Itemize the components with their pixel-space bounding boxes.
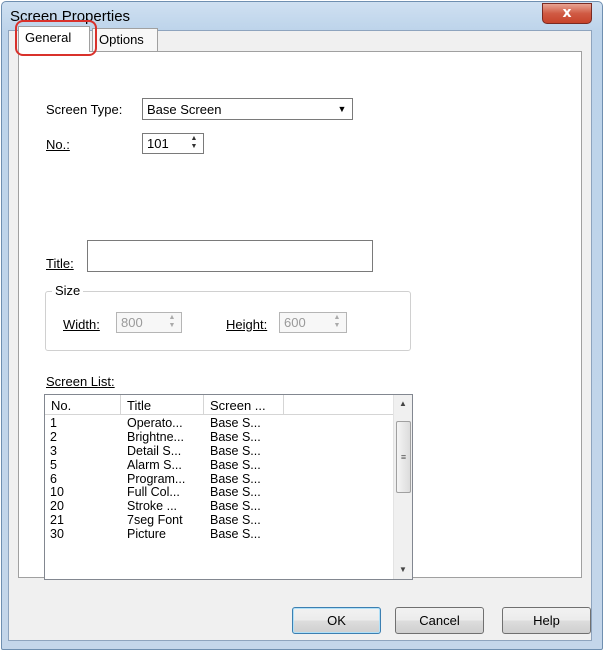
table-row[interactable]: 20 Stroke ... Base S... bbox=[45, 499, 395, 513]
table-row[interactable]: 30 Picture Base S... bbox=[45, 527, 395, 541]
ok-button[interactable]: OK bbox=[292, 607, 381, 634]
spin-arrows-icon[interactable]: ▲ ▼ bbox=[186, 135, 202, 152]
cell-title: Program... bbox=[127, 471, 186, 486]
screen-number-value: 101 bbox=[147, 136, 169, 151]
table-row[interactable]: 21 7seg Font Base S... bbox=[45, 513, 395, 527]
cell-screen-type: Base S... bbox=[210, 499, 261, 514]
chevron-down-icon: ▼ bbox=[337, 104, 347, 114]
cancel-button[interactable]: Cancel bbox=[395, 607, 484, 634]
width-label: Width: bbox=[63, 317, 100, 332]
screen-type-select[interactable]: Base Screen ▼ bbox=[142, 98, 353, 120]
table-row[interactable]: 1 Operato... Base S... bbox=[45, 416, 395, 430]
cell-title: Full Col... bbox=[127, 485, 180, 500]
cell-title: Operato... bbox=[127, 416, 183, 430]
cell-screen-type: Base S... bbox=[210, 416, 261, 430]
table-row[interactable]: 10 Full Col... Base S... bbox=[45, 485, 395, 499]
cell-title: 7seg Font bbox=[127, 513, 183, 528]
cell-screen-type: Base S... bbox=[210, 457, 261, 472]
tab-options[interactable]: Options bbox=[92, 28, 158, 52]
cell-title: Stroke ... bbox=[127, 499, 178, 514]
cell-screen-type: Base S... bbox=[210, 485, 261, 500]
cell-no: 3 bbox=[50, 443, 57, 458]
cell-screen-type: Base S... bbox=[210, 513, 261, 528]
screen-list-header: No. Title Screen ... bbox=[45, 395, 395, 415]
vertical-scrollbar[interactable]: ▲ ≡ ▼ bbox=[393, 395, 412, 579]
cell-no: 6 bbox=[50, 471, 57, 486]
height-label: Height: bbox=[226, 317, 268, 332]
help-button[interactable]: Help bbox=[502, 607, 591, 634]
screen-number-label: No.: bbox=[46, 137, 70, 152]
table-row[interactable]: 5 Alarm S... Base S... bbox=[45, 458, 395, 472]
screen-number-stepper[interactable]: 101 ▲ ▼ bbox=[142, 133, 204, 154]
cell-screen-type: Base S... bbox=[210, 429, 261, 444]
cell-no: 21 bbox=[50, 513, 64, 528]
cell-title: Brightne... bbox=[127, 429, 184, 444]
table-row[interactable]: 2 Brightne... Base S... bbox=[45, 430, 395, 444]
spin-arrows-icon: ▲ ▼ bbox=[168, 314, 176, 329]
cell-no: 30 bbox=[50, 527, 64, 542]
cell-no: 2 bbox=[50, 429, 57, 444]
tab-highlight-annotation bbox=[15, 20, 97, 56]
cell-screen-type: Base S... bbox=[210, 527, 261, 542]
screen-type-value: Base Screen bbox=[147, 102, 222, 117]
width-stepper: 800 ▲ ▼ bbox=[116, 312, 182, 333]
screen-list-label: Screen List: bbox=[46, 374, 115, 389]
screen-list-body: 1 Operato... Base S... 2 Brightne... Base S..… bbox=[45, 416, 395, 541]
cell-title: Alarm S... bbox=[127, 457, 182, 472]
title-input[interactable] bbox=[87, 240, 373, 272]
cell-screen-type: Base S... bbox=[210, 443, 261, 458]
title-label: Title: bbox=[46, 256, 74, 271]
cell-no: 20 bbox=[50, 499, 64, 514]
column-header-screen-type[interactable]: Screen ... bbox=[204, 395, 284, 415]
height-value: 600 bbox=[284, 315, 306, 330]
scroll-thumb[interactable]: ≡ bbox=[396, 421, 411, 493]
table-row[interactable]: 6 Program... Base S... bbox=[45, 472, 395, 486]
tab-options-label: Options bbox=[99, 32, 144, 47]
cell-title: Picture bbox=[127, 527, 166, 542]
scroll-up-icon[interactable]: ▲ bbox=[395, 395, 411, 413]
cell-no: 10 bbox=[50, 485, 64, 500]
spin-arrows-icon: ▲ ▼ bbox=[333, 314, 341, 329]
scroll-down-icon[interactable]: ▼ bbox=[395, 561, 411, 579]
table-row[interactable]: 3 Detail S... Base S... bbox=[45, 444, 395, 458]
cell-no: 1 bbox=[50, 416, 57, 430]
height-stepper: 600 ▲ ▼ bbox=[279, 312, 347, 333]
cell-title: Detail S... bbox=[127, 443, 182, 458]
screen-list[interactable]: No. Title Screen ... 1 Operato... Base S..… bbox=[44, 394, 413, 580]
column-header-title[interactable]: Title bbox=[121, 395, 204, 415]
close-icon: x bbox=[562, 5, 572, 21]
column-header-no[interactable]: No. bbox=[45, 395, 121, 415]
close-button[interactable]: x bbox=[542, 3, 592, 24]
width-value: 800 bbox=[121, 315, 143, 330]
screen-type-label: Screen Type: bbox=[46, 102, 123, 117]
cell-no: 5 bbox=[50, 457, 57, 472]
size-group-label: Size bbox=[52, 283, 84, 298]
cell-screen-type: Base S... bbox=[210, 471, 261, 486]
